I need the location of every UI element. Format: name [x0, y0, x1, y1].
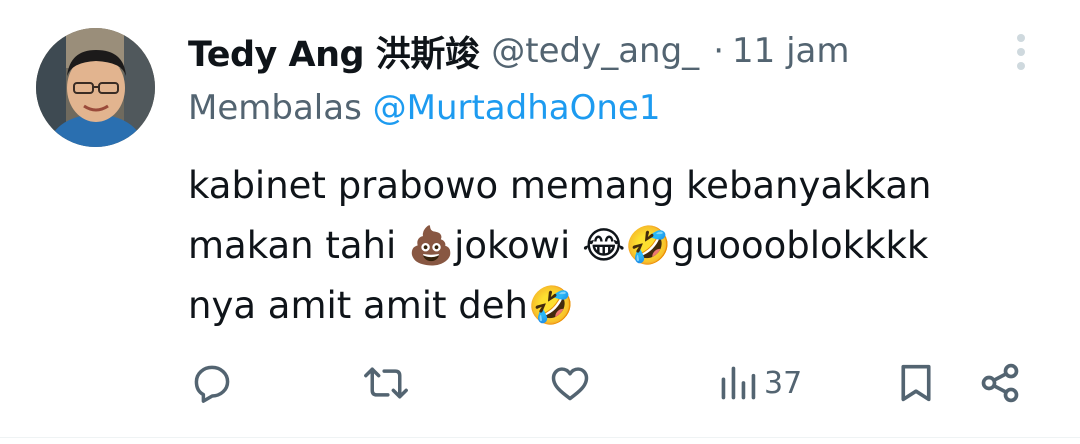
tweet-header: Tedy Ang 洪斯竣 @tedy_ang_ · 11 jam: [188, 26, 849, 76]
tweet-text-line: makan tahi 💩jokowi 😂🤣guoooblokkkk: [188, 224, 929, 267]
avatar-photo: [36, 28, 155, 147]
reply-icon: [194, 365, 230, 403]
tweet-text-line: nya amit amit deh🤣: [188, 284, 575, 327]
share-button[interactable]: [978, 355, 1022, 411]
heart-icon: [551, 367, 589, 401]
reply-button[interactable]: [190, 355, 234, 411]
views-button[interactable]: 37: [718, 355, 802, 411]
views-count: 37: [764, 365, 803, 401]
tweet-text-line: kabinet prabowo memang kebanyakkan: [188, 164, 932, 207]
reply-target-link[interactable]: @MurtadhaOne1: [373, 88, 661, 128]
avatar[interactable]: [36, 28, 155, 147]
bookmark-button[interactable]: [896, 355, 936, 411]
share-icon: [981, 363, 1019, 403]
retweet-icon: [364, 367, 408, 399]
author-display-name[interactable]: Tedy Ang 洪斯竣: [188, 26, 480, 77]
action-bar: 37: [0, 355, 1080, 411]
replying-to: Membalas @MurtadhaOne1: [188, 88, 660, 128]
tweet-timestamp[interactable]: 11 jam: [732, 31, 849, 71]
bookmark-icon: [901, 364, 931, 402]
author-handle[interactable]: @tedy_ang_: [491, 31, 699, 71]
like-button[interactable]: [547, 355, 593, 411]
views-icon: [721, 366, 756, 400]
separator-dot: ·: [713, 31, 724, 71]
replying-to-label: Membalas: [188, 88, 362, 128]
retweet-button[interactable]: [362, 355, 410, 411]
tweet-divider: [0, 437, 1080, 438]
more-vertical-icon[interactable]: [1008, 30, 1034, 74]
tweet-text: kabinet prabowo memang kebanyakkan makan…: [188, 156, 931, 336]
tweet[interactable]: Tedy Ang 洪斯竣 @tedy_ang_ · 11 jam Membala…: [0, 0, 1080, 444]
